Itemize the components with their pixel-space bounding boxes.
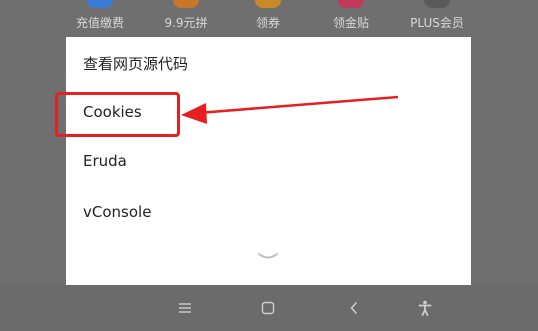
system-nav-bar — [0, 285, 538, 331]
menu-icon[interactable] — [170, 285, 200, 331]
accessibility-icon[interactable] — [410, 285, 440, 331]
annotation-arrow — [181, 95, 399, 124]
back-icon[interactable] — [339, 285, 369, 331]
home-square-icon[interactable] — [253, 285, 283, 331]
